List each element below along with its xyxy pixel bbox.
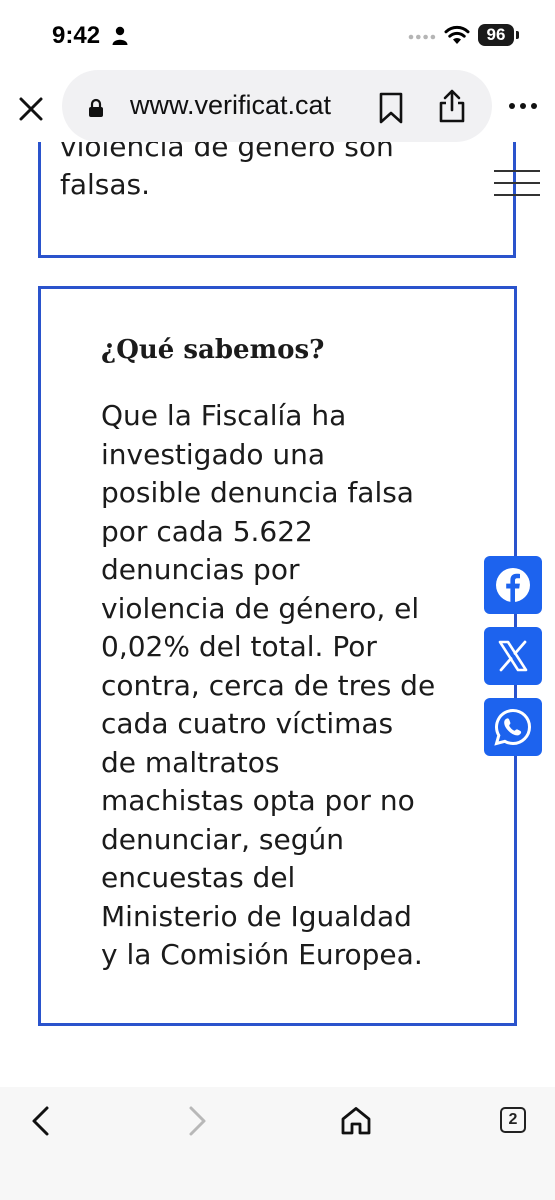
card-body: Que la Fiscalía ha investigado una posib… bbox=[101, 397, 501, 975]
bookmark-icon[interactable] bbox=[378, 92, 404, 124]
share-x-button[interactable] bbox=[484, 627, 542, 685]
what-we-know-card: ¿Qué sabemos? Que la Fiscalía ha investi… bbox=[38, 286, 517, 1026]
share-icon[interactable] bbox=[437, 88, 467, 124]
person-icon bbox=[112, 26, 128, 45]
menu-icon[interactable] bbox=[494, 170, 540, 196]
wifi-icon bbox=[444, 25, 470, 44]
card-body-line: encuestas del bbox=[101, 861, 296, 894]
previous-card-line: falsas. bbox=[60, 168, 151, 201]
previous-card-text: violencia de género son falsas. bbox=[60, 142, 460, 204]
share-whatsapp-button[interactable] bbox=[484, 698, 542, 756]
facebook-icon bbox=[496, 568, 530, 602]
card-body-line: 0,02% del total. Por bbox=[101, 630, 377, 663]
card-body-line: de maltratos bbox=[101, 745, 280, 779]
back-arrow-icon[interactable] bbox=[28, 1104, 52, 1138]
card-body-line: Ministerio de Igualdad bbox=[101, 899, 412, 933]
lock-icon bbox=[89, 98, 103, 117]
card-body-line: posible denuncia falsa bbox=[101, 476, 414, 509]
url-text[interactable]: www.verificat.cat bbox=[130, 90, 331, 121]
close-icon[interactable] bbox=[14, 92, 48, 126]
share-facebook-button[interactable] bbox=[484, 556, 542, 614]
tabs-count-button[interactable]: 2 bbox=[500, 1107, 526, 1133]
card-body-line: contra, cerca de tres de bbox=[101, 668, 436, 702]
card-body-line: denuncias por bbox=[101, 553, 300, 586]
card-body-line: y la Comisión Europea. bbox=[101, 938, 423, 971]
card-body-line: violencia de género, el bbox=[101, 591, 420, 625]
whatsapp-icon bbox=[494, 708, 531, 746]
browser-bottom-toolbar bbox=[0, 1087, 555, 1200]
previous-card-line: violencia de género son bbox=[60, 142, 394, 163]
status-bar: 9:42 96 bbox=[0, 0, 555, 70]
status-time: 9:42 bbox=[52, 22, 101, 49]
cellular-signal-icon bbox=[408, 34, 436, 40]
card-body-line: investigado una bbox=[101, 437, 326, 471]
battery-indicator: 96 bbox=[478, 24, 514, 46]
card-body-line: cada cuatro víctimas bbox=[101, 707, 394, 740]
more-options-icon[interactable] bbox=[508, 102, 538, 110]
x-icon bbox=[498, 640, 528, 672]
card-body-line: denunciar, según bbox=[101, 822, 344, 856]
forward-arrow-icon[interactable] bbox=[186, 1104, 210, 1138]
card-body-line: Que la Fiscalía ha bbox=[101, 399, 347, 432]
battery-tip bbox=[516, 31, 519, 39]
page-content: violencia de género son falsas. ¿Qué sab… bbox=[0, 142, 555, 1087]
home-icon[interactable] bbox=[340, 1106, 372, 1136]
card-body-line: por cada 5.622 bbox=[101, 514, 313, 548]
card-body-line: machistas opta por no bbox=[101, 784, 415, 817]
card-heading: ¿Qué sabemos? bbox=[101, 335, 325, 365]
